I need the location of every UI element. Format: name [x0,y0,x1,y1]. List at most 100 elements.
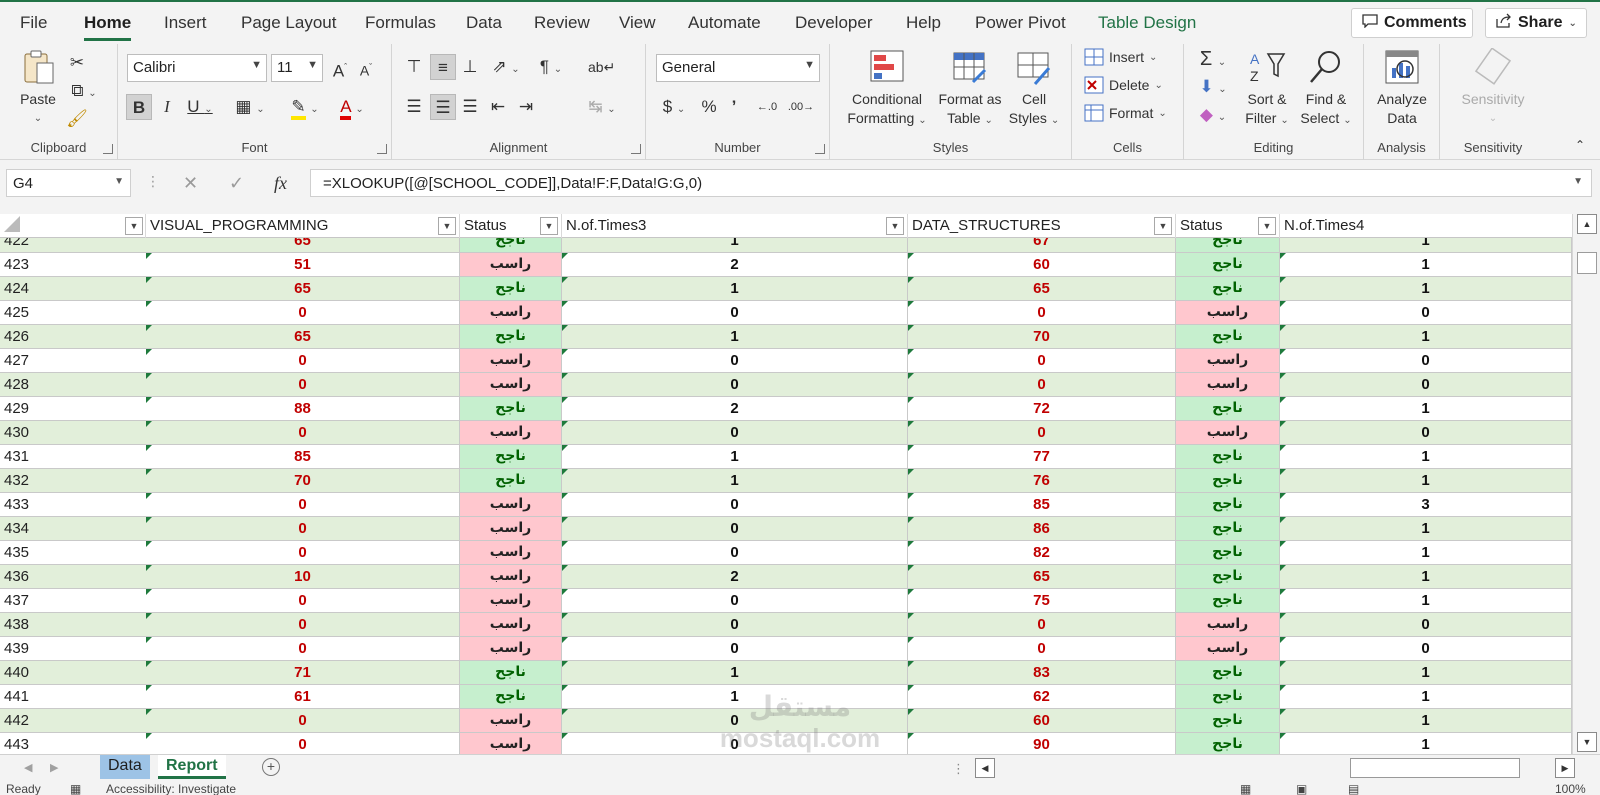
clipboard-launcher-icon[interactable] [103,144,113,154]
percent-icon[interactable]: % [698,94,720,120]
visual-programming-cell[interactable]: 0 [146,709,460,732]
next-sheet-icon[interactable]: ▶ [50,761,58,774]
visual-programming-cell[interactable]: 61 [146,685,460,708]
format-painter-icon[interactable]: 🖌 [66,106,88,132]
italic-icon[interactable]: I [156,94,178,120]
status-cell-1[interactable]: ناجح [460,469,562,492]
visual-programming-cell[interactable]: 0 [146,493,460,516]
n-of-times4-cell[interactable]: 0 [1280,637,1572,660]
decrease-indent-icon[interactable]: ⇤ [486,94,510,120]
format-as-table-button[interactable]: Format as Table ⌄ [934,48,1006,130]
visual-programming-cell[interactable]: 65 [146,277,460,300]
underline-icon[interactable]: U ⌄ [182,94,218,120]
name-box[interactable]: G4 ▼ [6,169,131,197]
n-of-times3-cell[interactable]: 1 [562,685,908,708]
n-of-times4-cell[interactable]: 1 [1280,541,1572,564]
status-cell-2[interactable]: ناجح [1176,733,1280,754]
status-cell-1[interactable]: راسب [460,589,562,612]
number-format-combo[interactable]: General ▼ [656,54,820,82]
font-color-icon[interactable]: A ⌄ [330,94,374,120]
tab-data[interactable]: Data [466,13,502,33]
tab-formulas[interactable]: Formulas [365,13,436,33]
status-cell-2[interactable]: ناجح [1176,253,1280,276]
status-cell-1[interactable]: ناجح [460,661,562,684]
clear-icon[interactable]: ◆ ⌄ [1194,102,1232,128]
n-of-times3-cell[interactable]: 0 [562,301,908,324]
n-of-times4-cell[interactable]: 0 [1280,349,1572,372]
status-cell-2[interactable]: ناجح [1176,589,1280,612]
n-of-times4-cell[interactable]: 3 [1280,493,1572,516]
insert-function-icon[interactable]: fx [274,173,287,194]
data-structures-cell[interactable]: 65 [908,565,1176,588]
share-button[interactable]: Share ⌄ [1485,8,1587,38]
visual-programming-cell[interactable]: 85 [146,445,460,468]
n-of-times3-cell[interactable]: 1 [562,661,908,684]
n-of-times4-cell[interactable]: 1 [1280,565,1572,588]
data-structures-cell[interactable]: 75 [908,589,1176,612]
visual-programming-cell[interactable]: 65 [146,325,460,348]
status-cell-1[interactable]: راسب [460,373,562,396]
status-cell-1[interactable]: ناجح [460,277,562,300]
n-of-times3-cell[interactable]: 0 [562,541,908,564]
align-middle-icon[interactable]: ≡ [430,54,456,80]
data-structures-cell[interactable]: 0 [908,349,1176,372]
accessibility-status[interactable]: Accessibility: Investigate [106,782,236,795]
status-cell-1[interactable]: راسب [460,733,562,754]
status-cell-1[interactable]: راسب [460,421,562,444]
wrap-text-icon[interactable]: ab↵ [588,54,615,80]
filter-dropdown-icon[interactable]: ▼ [125,217,143,235]
find-select-button[interactable]: Find & Select ⌄ [1296,48,1356,130]
align-bottom-icon[interactable]: ⊥ [458,54,482,80]
status-cell-1[interactable]: راسب [460,301,562,324]
scroll-left-icon[interactable]: ◀ [975,758,995,778]
increase-decimal-icon[interactable]: ←.0 [752,94,782,120]
scroll-up-icon[interactable]: ▲ [1577,214,1597,234]
n-of-times3-cell[interactable]: 0 [562,709,908,732]
visual-programming-cell[interactable]: 0 [146,373,460,396]
fill-icon[interactable]: ⬇ ⌄ [1194,74,1232,100]
analyze-data-button[interactable]: Analyze Data [1372,48,1432,128]
tab-file[interactable]: File [20,13,47,33]
tab-review[interactable]: Review [534,13,590,33]
sort-filter-button[interactable]: AZ Sort & Filter ⌄ [1240,48,1294,130]
n-of-times3-cell[interactable]: 0 [562,349,908,372]
sensitivity-button[interactable]: Sensitivity ⌄ [1448,48,1538,128]
status-cell-2[interactable]: ناجح [1176,565,1280,588]
merge-center-icon[interactable]: ↹ ⌄ [582,94,622,120]
data-structures-cell[interactable]: 86 [908,517,1176,540]
n-of-times4-cell[interactable]: 0 [1280,421,1572,444]
data-structures-cell[interactable]: 0 [908,637,1176,660]
status-cell-2[interactable]: ناجح [1176,661,1280,684]
n-of-times4-cell[interactable]: 1 [1280,445,1572,468]
status-cell-1[interactable]: راسب [460,709,562,732]
filter-dropdown-icon[interactable]: ▼ [1258,217,1276,235]
sheet-tab-data[interactable]: Data [100,755,150,779]
n-of-times4-cell[interactable]: 0 [1280,301,1572,324]
data-structures-cell[interactable]: 85 [908,493,1176,516]
currency-icon[interactable]: $ ⌄ [656,94,692,120]
data-structures-cell[interactable]: 72 [908,397,1176,420]
status-cell-1[interactable]: راسب [460,253,562,276]
n-of-times4-cell[interactable]: 1 [1280,277,1572,300]
n-of-times4-cell[interactable]: 1 [1280,709,1572,732]
n-of-times4-cell[interactable]: 1 [1280,661,1572,684]
collapse-ribbon-icon[interactable]: ⌃ [1570,132,1590,158]
visual-programming-cell[interactable]: 0 [146,301,460,324]
visual-programming-cell[interactable]: 0 [146,517,460,540]
n-of-times3-cell[interactable]: 1 [562,445,908,468]
n-of-times3-cell[interactable]: 2 [562,253,908,276]
status-cell-1[interactable]: ناجح [460,685,562,708]
n-of-times4-cell[interactable]: 1 [1280,517,1572,540]
n-of-times3-cell[interactable]: 2 [562,397,908,420]
tab-help[interactable]: Help [906,13,941,33]
zoom-level[interactable]: 100% [1555,782,1586,795]
formula-input[interactable]: =XLOOKUP([@[SCHOOL_CODE]],Data!F:F,Data!… [310,169,1592,197]
data-structures-cell[interactable]: 0 [908,373,1176,396]
previous-sheet-icon[interactable]: ◀ [24,761,32,774]
vertical-scrollbar[interactable]: ▲ ▼ [1572,214,1600,754]
insert-cells-button[interactable]: Insert ⌄ [1084,48,1157,66]
column-header-n-of-times3[interactable]: N.of.Times3 ▼ [562,214,908,238]
column-header-visual-programming[interactable]: VISUAL_PROGRAMMING ▼ [146,214,460,238]
tab-page-layout[interactable]: Page Layout [241,13,336,33]
n-of-times4-cell[interactable]: 1 [1280,589,1572,612]
